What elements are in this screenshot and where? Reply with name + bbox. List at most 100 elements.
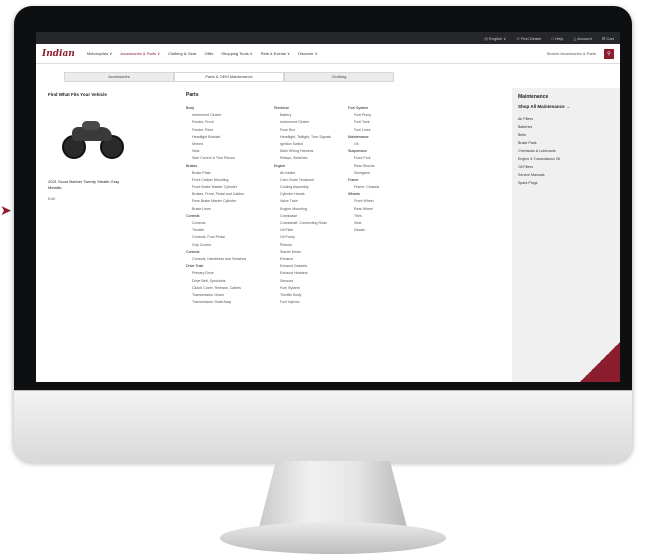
parts-link[interactable]: Fender, Front bbox=[186, 120, 246, 124]
parts-link[interactable]: Drive Belt, Sprockets bbox=[186, 279, 246, 283]
parts-link[interactable]: Decals bbox=[348, 228, 379, 232]
brand-logo[interactable]: Indian bbox=[42, 49, 75, 59]
parts-link[interactable]: Transmission Shaft Assy bbox=[186, 300, 246, 304]
parts-link[interactable]: Ignition Switch bbox=[274, 142, 331, 146]
parts-link[interactable]: Cam Chain Tensioner bbox=[274, 178, 331, 182]
account-link[interactable]: △ Account bbox=[573, 36, 591, 41]
side-arrow-icon: ➤ bbox=[0, 202, 12, 218]
parts-link[interactable]: Frame, Chassis bbox=[348, 185, 379, 189]
parts-link[interactable]: Fuse Box bbox=[274, 128, 331, 132]
parts-link[interactable]: Instrument Cluster bbox=[274, 120, 331, 124]
parts-link[interactable]: Instrument Cluster bbox=[186, 113, 246, 117]
parts-link[interactable]: Brake Plate bbox=[186, 171, 246, 175]
nav-offer[interactable]: Offer bbox=[205, 51, 214, 56]
search-icon[interactable]: ⚲ bbox=[604, 48, 614, 59]
nav-ride-events[interactable]: Ride & Events ∨ bbox=[261, 51, 290, 56]
help-link[interactable]: □ Help bbox=[552, 36, 564, 41]
parts-link[interactable]: Exhaust bbox=[274, 257, 331, 261]
parts-link[interactable]: Transmission Gears bbox=[186, 293, 246, 297]
parts-link[interactable]: Fender, Rear bbox=[186, 128, 246, 132]
parts-link[interactable]: Swingarm bbox=[348, 171, 379, 175]
parts-link[interactable]: Controls bbox=[186, 221, 246, 225]
maintenance-link[interactable]: Belts bbox=[518, 133, 620, 137]
parts-link[interactable]: Seat bbox=[186, 149, 246, 153]
shop-all-maintenance-link[interactable]: Shop All Maintenance → bbox=[518, 104, 620, 109]
parts-link[interactable]: Oil Filter bbox=[274, 228, 331, 232]
parts-link[interactable]: Exhaust Headers bbox=[274, 271, 331, 275]
maintenance-link[interactable]: Brake Pads bbox=[518, 141, 620, 145]
language-selector[interactable]: ◎ English ∨ bbox=[484, 36, 506, 41]
nav-clothing-gear[interactable]: Clothing & Gear bbox=[168, 51, 196, 56]
parts-link[interactable]: Crankcase bbox=[274, 214, 331, 218]
parts-title: Parts bbox=[186, 92, 199, 98]
utility-bar: ◎ English ∨ ☉ Find Dealer □ Help △ Accou… bbox=[36, 32, 620, 44]
parts-link[interactable]: Fuel Injector bbox=[274, 300, 331, 304]
parts-link[interactable]: Mirrors bbox=[186, 142, 246, 146]
maintenance-link[interactable]: Engine & Transmission Oil bbox=[518, 157, 620, 161]
parts-link[interactable]: Cylinder Heads bbox=[274, 192, 331, 196]
parts-link[interactable]: Air Intake bbox=[274, 171, 331, 175]
parts-link[interactable]: Fuel Tank bbox=[348, 120, 379, 124]
parts-link[interactable]: Seat bbox=[348, 221, 379, 225]
parts-link[interactable]: Sensors bbox=[274, 279, 331, 283]
parts-link[interactable]: Controls, Foot Pedal bbox=[186, 235, 246, 239]
parts-link[interactable]: Starter Motor bbox=[274, 250, 331, 254]
parts-link[interactable]: Pistons bbox=[274, 243, 331, 247]
parts-link[interactable]: Crankshaft, Connecting Rods bbox=[274, 221, 331, 225]
parts-link[interactable]: Front Fork bbox=[348, 156, 379, 160]
tab-accessories[interactable]: Accessories bbox=[64, 72, 174, 82]
parts-link[interactable]: Oil bbox=[348, 142, 379, 146]
parts-link[interactable]: Main Wiring Harness bbox=[274, 149, 331, 153]
maintenance-link[interactable]: Air Filters bbox=[518, 117, 620, 121]
parts-link[interactable]: Side Covers & Trim Pieces bbox=[186, 156, 246, 160]
parts-link[interactable]: Rear Shocks bbox=[348, 164, 379, 168]
parts-link[interactable]: Front Wheel bbox=[348, 199, 379, 203]
parts-link[interactable]: Fuel Pump bbox=[348, 113, 379, 117]
parts-link[interactable]: Throttle bbox=[186, 228, 246, 232]
nav-shopping-tools[interactable]: Shopping Tools ∨ bbox=[221, 51, 252, 56]
parts-category-heading: Engine bbox=[274, 163, 286, 168]
parts-link[interactable]: Rear Wheel bbox=[348, 207, 379, 211]
parts-link[interactable]: Valve Train bbox=[274, 199, 331, 203]
parts-link[interactable]: Grip Covers bbox=[186, 243, 246, 247]
parts-link[interactable]: Engine Mounting bbox=[274, 207, 331, 211]
maintenance-link[interactable]: Batteries bbox=[518, 125, 620, 129]
parts-link[interactable]: Throttle Body bbox=[274, 293, 331, 297]
parts-link[interactable]: Front Brake Master Cylinder bbox=[186, 185, 246, 189]
search-input[interactable]: Search Accessories & Parts bbox=[547, 51, 596, 56]
monitor-stand bbox=[258, 461, 408, 531]
parts-link[interactable]: Headlight, Taillight, Turn Signals bbox=[274, 135, 331, 139]
parts-link[interactable]: Tires bbox=[348, 214, 379, 218]
parts-link[interactable]: Fuel System bbox=[274, 286, 331, 290]
tab-clothing[interactable]: Clothing bbox=[284, 72, 394, 82]
parts-link[interactable]: Controls, Handlebar and Switches bbox=[186, 257, 246, 261]
parts-link[interactable]: Cooling Assembly bbox=[274, 185, 331, 189]
parts-link[interactable]: Brake Lines bbox=[186, 207, 246, 211]
maintenance-link[interactable]: Service Manuals bbox=[518, 173, 620, 177]
parts-column-1: Body Instrument Cluster Fender, Front Fende… bbox=[186, 106, 246, 304]
parts-link[interactable]: Front Caliper Mounting bbox=[186, 178, 246, 182]
parts-link[interactable]: Clutch Cover, Release, Cables bbox=[186, 286, 246, 290]
nav-discover[interactable]: Discover ∨ bbox=[298, 51, 318, 56]
tab-parts-oem[interactable]: Parts & OEM Maintenance bbox=[174, 72, 284, 82]
edit-vehicle-link[interactable]: Edit bbox=[48, 196, 144, 201]
parts-link[interactable]: Brakes, Front, Pedal and Cables bbox=[186, 192, 246, 196]
cart-link[interactable]: ☰ Cart bbox=[602, 36, 614, 41]
parts-link[interactable]: Oil Pump bbox=[274, 235, 331, 239]
parts-link[interactable]: Battery bbox=[274, 113, 331, 117]
maintenance-link[interactable]: Chemicals & Lubricants bbox=[518, 149, 620, 153]
parts-link[interactable]: Primary Drive bbox=[186, 271, 246, 275]
find-dealer-link[interactable]: ☉ Find Dealer bbox=[516, 36, 541, 41]
category-tabs: Accessories Parts & OEM Maintenance Clot… bbox=[64, 72, 394, 82]
maintenance-link[interactable]: Oil Filters bbox=[518, 165, 620, 169]
parts-category-heading: Maintenance bbox=[348, 134, 369, 139]
parts-link[interactable]: Headlight Bracket bbox=[186, 135, 246, 139]
maintenance-link[interactable]: Spark Plugs bbox=[518, 181, 620, 185]
nav-motorcycles[interactable]: Motorcycles ∨ bbox=[87, 51, 112, 56]
nav-accessories-parts[interactable]: Accessories & Parts ∨ bbox=[120, 51, 160, 56]
website-screen: ◎ English ∨ ☉ Find Dealer □ Help △ Accou… bbox=[36, 32, 620, 382]
parts-link[interactable]: Fuel Lines bbox=[348, 128, 379, 132]
parts-link[interactable]: Exhaust Gaskets bbox=[274, 264, 331, 268]
parts-link[interactable]: Relays, Switches bbox=[274, 156, 331, 160]
parts-link[interactable]: Rear Brake Master Cylinder bbox=[186, 199, 246, 203]
